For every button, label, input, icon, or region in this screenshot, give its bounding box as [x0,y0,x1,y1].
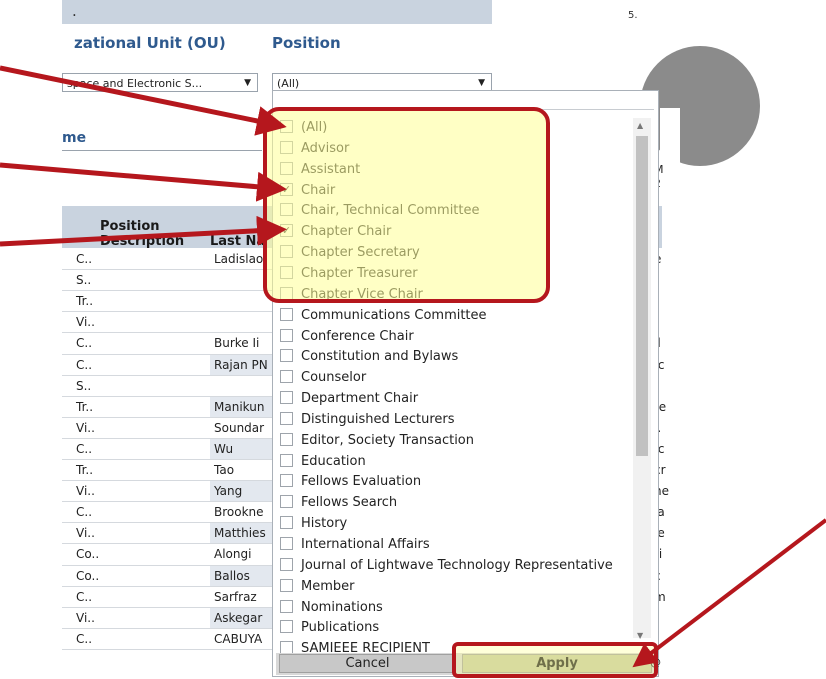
annotation-arrows [0,65,826,668]
arrow-to-chapter-chair [0,215,287,247]
arrow-to-all [0,65,287,136]
arrow-to-apply [632,518,826,668]
arrow-to-chair [0,162,287,202]
